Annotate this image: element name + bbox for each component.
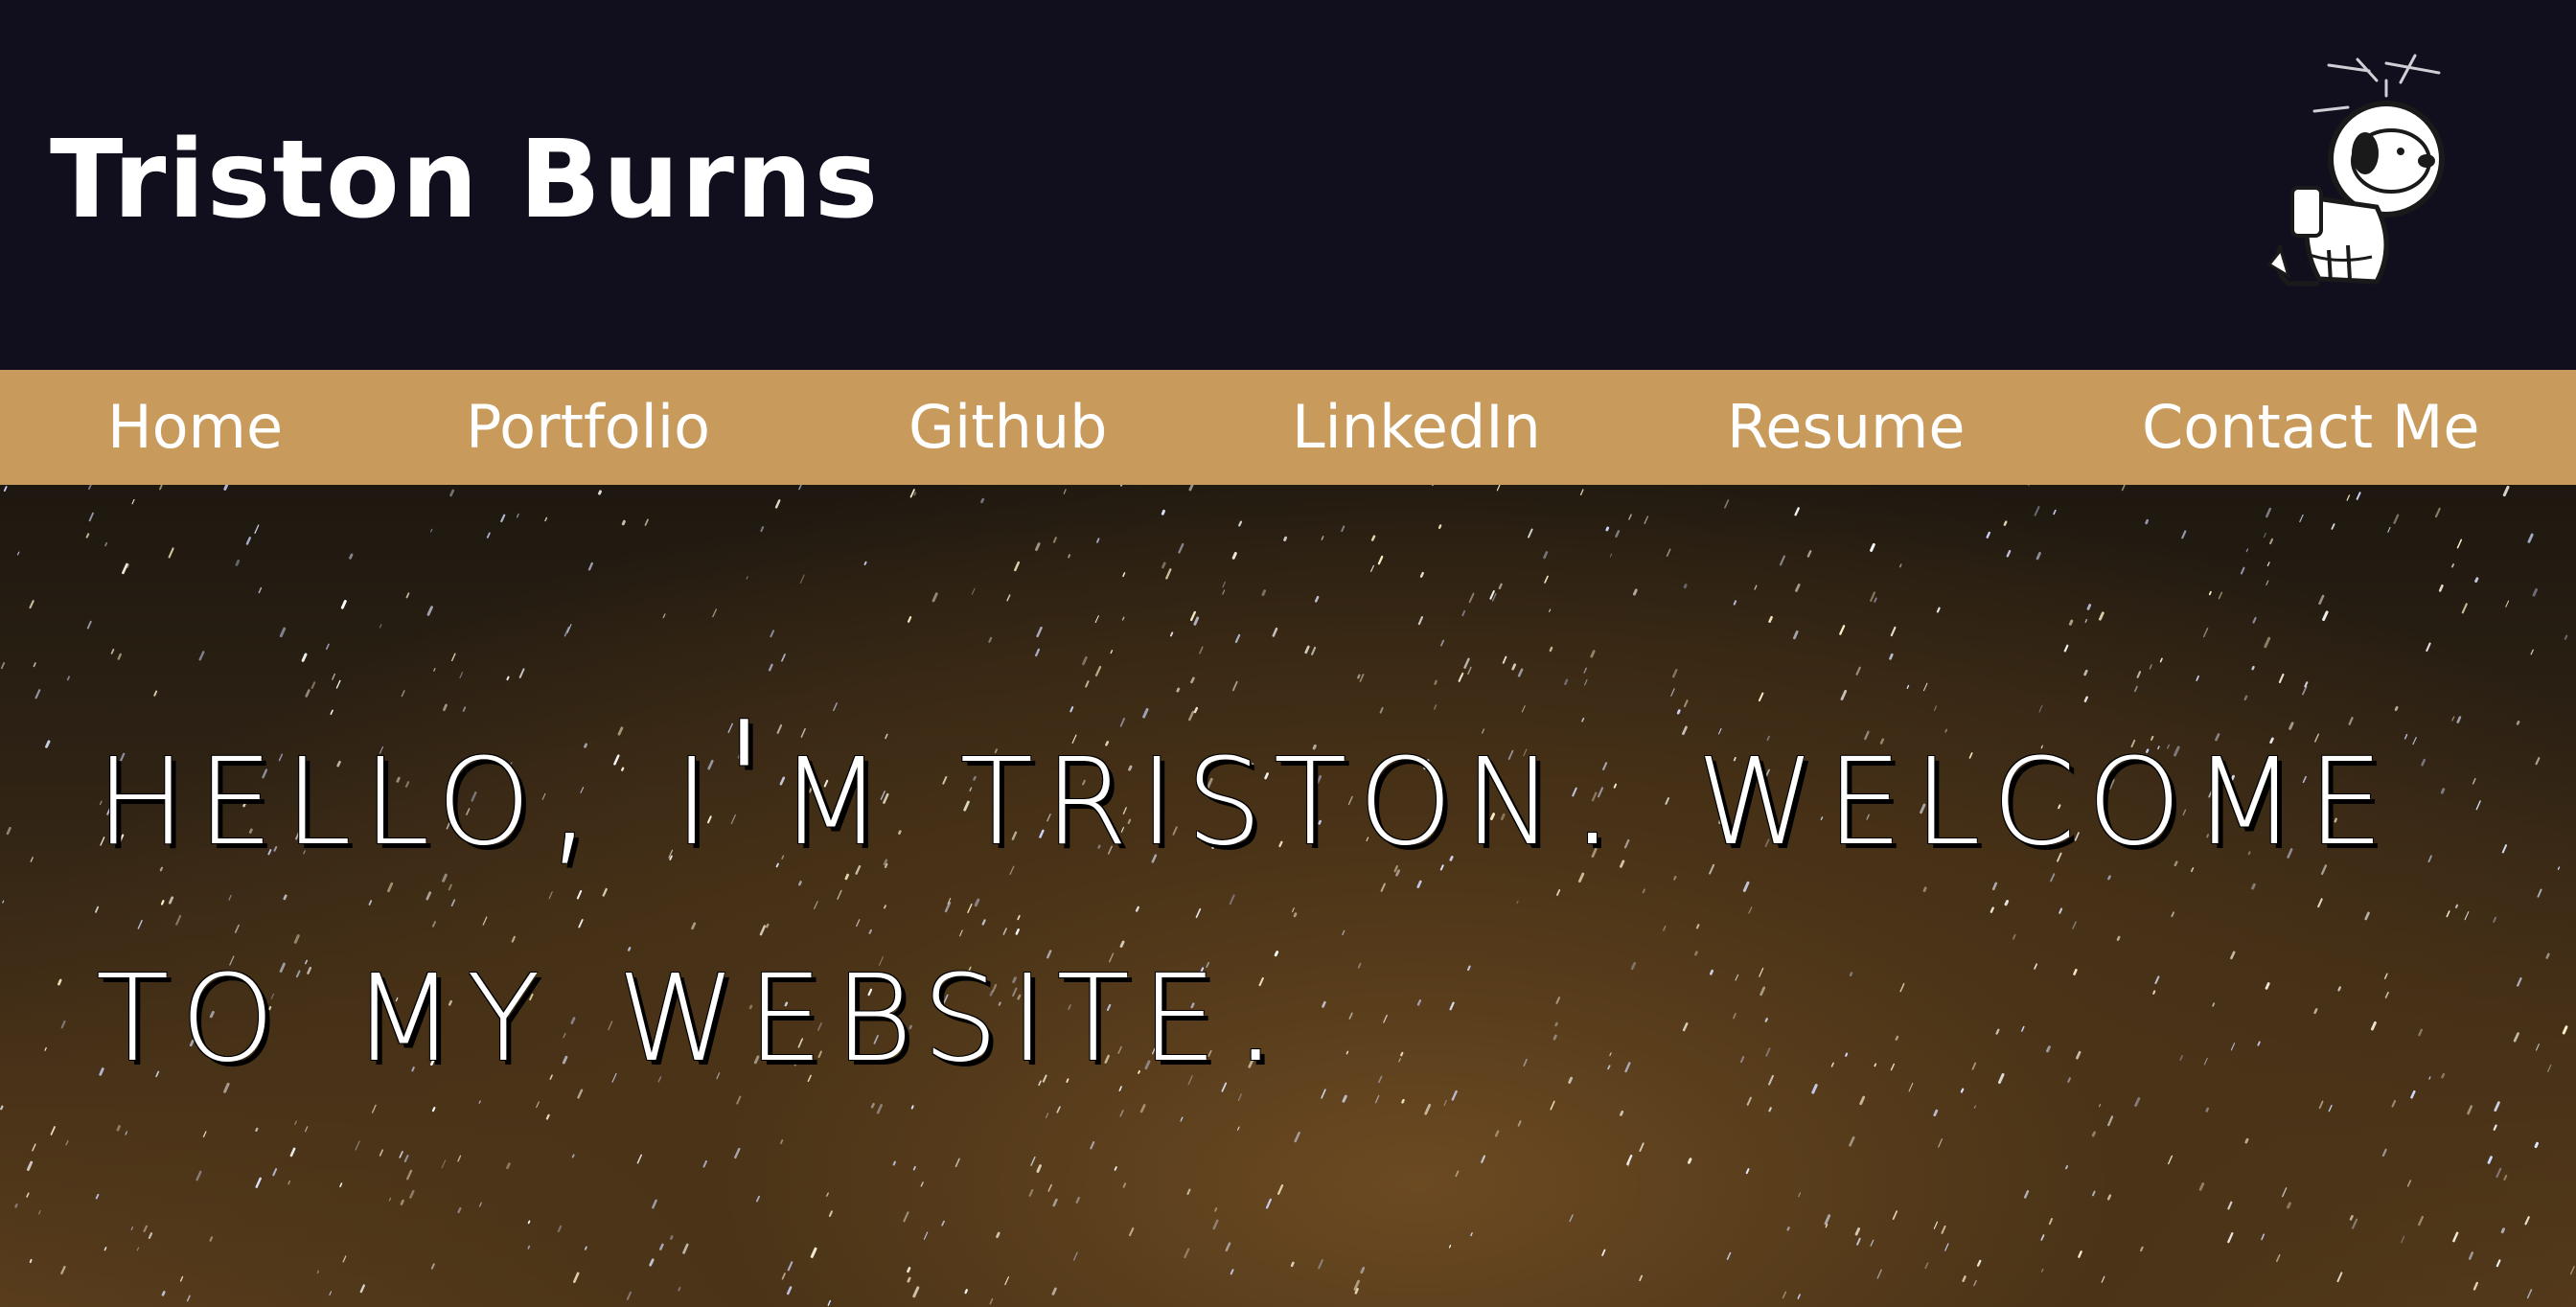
nav-linkedin-link[interactable]: LinkedIn bbox=[1292, 370, 1541, 485]
nav-resume-link[interactable]: Resume bbox=[1727, 370, 1966, 485]
hero-section: Hello, I'm Triston. Welcome to my websit… bbox=[0, 485, 2576, 1307]
nav-contact-link[interactable]: Contact Me bbox=[2142, 370, 2480, 485]
nav-github-link[interactable]: Github bbox=[908, 370, 1108, 485]
main-nav: Home Portfolio Github LinkedIn Resume Co… bbox=[0, 370, 2576, 485]
astronaut-dog-icon bbox=[2266, 54, 2445, 287]
nav-home-link[interactable]: Home bbox=[107, 370, 283, 485]
site-title: Triston Burns bbox=[50, 118, 881, 242]
hero-headline: Hello, I'm Triston. Welcome to my websit… bbox=[96, 685, 2396, 1100]
nav-portfolio-link[interactable]: Portfolio bbox=[466, 370, 710, 485]
site-header: Triston Burns bbox=[0, 0, 2576, 370]
